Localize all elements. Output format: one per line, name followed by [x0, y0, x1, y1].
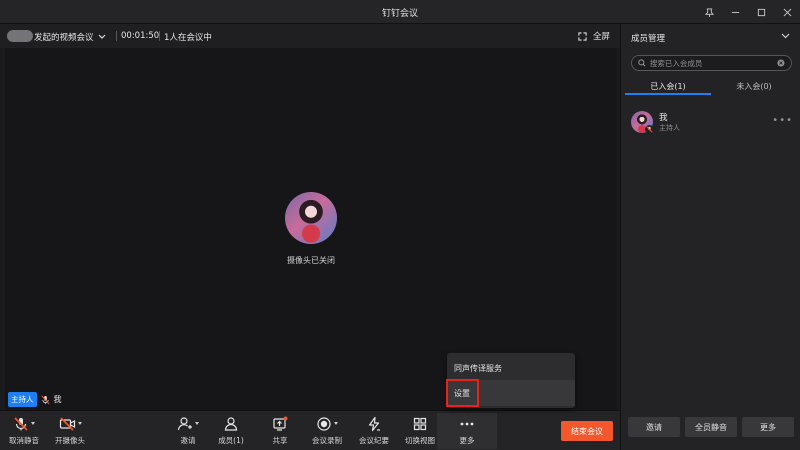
clear-icon[interactable]: [777, 59, 785, 67]
tab-joined[interactable]: 已入会(1): [625, 79, 711, 95]
more-button[interactable]: 更多: [437, 413, 497, 449]
unmute-label: 取消静音: [9, 436, 39, 445]
fullscreen-button[interactable]: 全屏: [578, 30, 610, 42]
menu-item-settings[interactable]: 设置: [447, 380, 575, 406]
muted-mic-icon: [646, 126, 653, 133]
chevron-down-icon[interactable]: [781, 33, 790, 39]
caret-down-icon[interactable]: [334, 422, 338, 425]
fullscreen-icon: [578, 31, 587, 41]
more-dots-icon: [460, 422, 474, 425]
switch-view-label: 切换视图: [405, 436, 435, 445]
maximize-icon: [757, 8, 765, 16]
panel-title: 成员管理: [631, 34, 666, 44]
window-title: 钉钉会议: [381, 9, 418, 19]
member-more-icon[interactable]: •••: [772, 115, 793, 126]
maximize-button[interactable]: [748, 0, 774, 24]
meeting-name[interactable]: 发起的视频会议: [34, 31, 94, 43]
divider: [116, 31, 117, 41]
meeting-info-bar: 发起的视频会议 00:01:50 1人在会议中 全屏: [0, 24, 620, 48]
camera-off-icon: [59, 416, 75, 431]
host-name: 我: [53, 395, 62, 404]
member-search[interactable]: [631, 55, 792, 71]
share-screen-icon: [273, 416, 288, 431]
close-icon: [783, 8, 791, 16]
member-mic-status: [645, 125, 654, 134]
close-button[interactable]: [774, 0, 800, 24]
camera-on-button[interactable]: 开摄像头: [40, 415, 100, 446]
tab-not-joined[interactable]: 未入会(0): [711, 79, 797, 95]
members-label: 成员(1): [218, 436, 244, 445]
divider: [159, 31, 160, 41]
member-tabs: 已入会(1) 未入会(0): [625, 79, 797, 95]
caret-down-icon[interactable]: [77, 422, 82, 425]
host-badge: 主持人: [8, 392, 37, 407]
window-controls: [696, 0, 800, 24]
member-role: 主持人: [659, 124, 680, 132]
minimize-button[interactable]: [722, 0, 748, 24]
record-label: 会议录制: [312, 436, 342, 445]
menu-item-interpretation[interactable]: 同声传译服务: [447, 355, 575, 381]
panel-more-button[interactable]: 更多: [742, 417, 794, 437]
minutes-label: 会议纪要: [359, 436, 389, 445]
more-label: 更多: [459, 436, 475, 445]
invite-label: 邀请: [180, 436, 196, 445]
title-bar: 钉钉会议: [0, 0, 800, 24]
participant-count: 1人在会议中: [164, 33, 212, 43]
panel-actions: 邀请 全员静音 更多: [628, 417, 794, 437]
pin-icon: [704, 7, 714, 17]
more-menu: 同声传译服务 设置: [447, 353, 575, 408]
end-meeting-button[interactable]: 结束会议: [561, 421, 613, 441]
meeting-toolbar: 取消静音 开摄像头 邀请 成员(1) 共享 会议录制 会议纪要 切换视图 更多 …: [0, 410, 620, 450]
member-name: 我: [659, 113, 668, 123]
panel-invite-button[interactable]: 邀请: [628, 417, 680, 437]
host-tag: 主持人 我: [8, 392, 62, 407]
mute-all-button[interactable]: 全员静音: [685, 417, 737, 437]
share-label: 共享: [272, 436, 288, 445]
search-input[interactable]: [649, 58, 774, 68]
chevron-down-icon[interactable]: [98, 34, 106, 40]
camera-on-label: 开摄像头: [55, 436, 85, 445]
minimize-icon: [731, 11, 739, 13]
record-icon: [317, 416, 331, 431]
muted-mic-icon: [14, 416, 28, 431]
member-panel: 成员管理 已入会(1) 未入会(0) 我 主持人 ••• 邀请 全员静音 更多: [620, 24, 800, 450]
caret-down-icon[interactable]: [195, 422, 199, 425]
muted-mic-icon: [40, 395, 50, 404]
members-icon: [224, 416, 238, 431]
pin-button[interactable]: [696, 0, 722, 24]
member-row[interactable]: 我 主持人 •••: [631, 109, 793, 135]
camera-status: 摄像头已关闭: [287, 256, 335, 265]
caret-down-icon[interactable]: [31, 422, 35, 425]
minutes-icon: [368, 416, 380, 431]
organizer-avatar: [7, 30, 33, 42]
add-user-icon: [177, 416, 192, 430]
participant-avatar: [285, 192, 337, 244]
fullscreen-label: 全屏: [592, 32, 610, 42]
grid-view-icon: [413, 417, 427, 430]
search-icon: [638, 59, 646, 67]
meeting-duration: 00:01:50: [121, 31, 160, 41]
